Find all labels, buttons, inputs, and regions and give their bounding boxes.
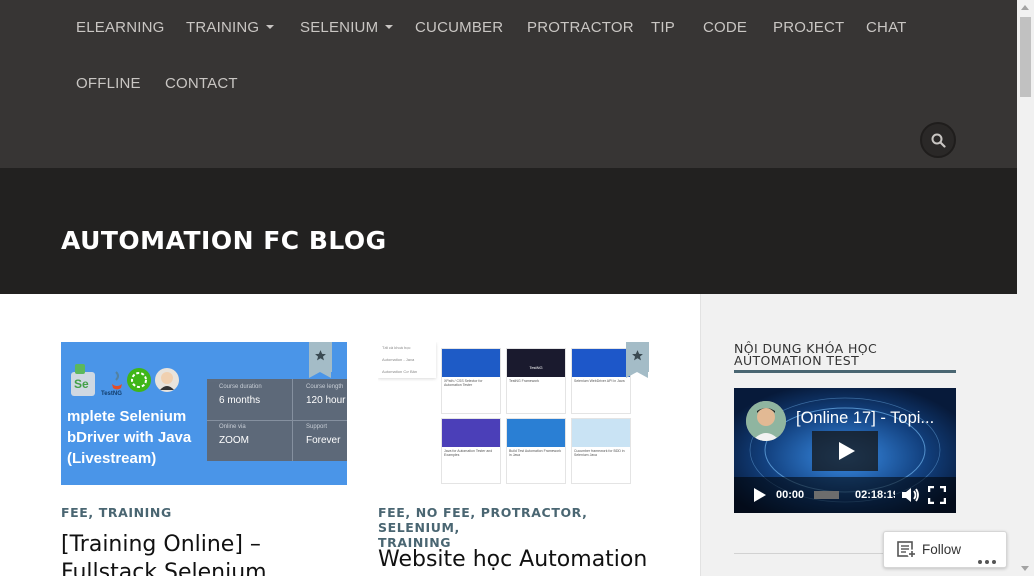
video-controls: 00:00 02:18:19 bbox=[734, 477, 956, 513]
selenium-logo-icon: Se bbox=[71, 372, 95, 396]
scrollbar[interactable] bbox=[1017, 0, 1034, 576]
course-card: Build Test Automation Framework in Java bbox=[506, 418, 566, 484]
nav-item-tip[interactable]: TIP bbox=[651, 19, 675, 36]
course-online-via: Online via ZOOM bbox=[219, 424, 249, 446]
category-link[interactable]: TRAINING bbox=[99, 505, 172, 520]
nav-item-label: ELEARNING bbox=[76, 19, 165, 36]
nav-item-contact[interactable]: CONTACT bbox=[165, 75, 238, 92]
caret-down-icon bbox=[385, 25, 394, 30]
nav-item-label: SELENIUM bbox=[300, 19, 379, 36]
course-card: Java for Automation Tester and Examples bbox=[441, 418, 501, 484]
nav-item-training[interactable]: TRAINING bbox=[186, 19, 275, 36]
follow-label: Follow bbox=[922, 542, 962, 557]
featured-badge bbox=[626, 342, 649, 378]
nav-item-label: CONTACT bbox=[165, 75, 238, 92]
nav-item-label: CUCUMBER bbox=[415, 19, 504, 36]
category-link[interactable]: FEE bbox=[61, 505, 88, 520]
nav-item-offline[interactable]: OFFLINE bbox=[76, 75, 141, 92]
search-button[interactable] bbox=[920, 122, 956, 158]
nav-item-elearning[interactable]: ELEARNING bbox=[76, 19, 165, 36]
caret-down-icon bbox=[266, 25, 275, 30]
nav-item-label: PROTRACTOR bbox=[527, 19, 634, 36]
nav-item-project[interactable]: PROJECT bbox=[773, 19, 844, 36]
nav-item-label: OFFLINE bbox=[76, 75, 141, 92]
cucumber-logo-icon bbox=[127, 368, 151, 392]
scroll-up-arrow-icon[interactable] bbox=[1021, 5, 1029, 10]
video-duration: 02:18:19 bbox=[855, 489, 895, 501]
nav-item-cucumber[interactable]: CUCUMBER bbox=[415, 19, 503, 36]
more-options-icon[interactable] bbox=[978, 549, 999, 568]
fullscreen-icon[interactable] bbox=[928, 486, 946, 504]
star-icon bbox=[315, 350, 326, 361]
category-link[interactable]: PROTRACTOR bbox=[481, 505, 582, 520]
post-thumbnail[interactable]: Tất cả khoá học Automation - Java Automa… bbox=[378, 342, 648, 485]
nav-item-label: TIP bbox=[651, 19, 675, 36]
scroll-down-arrow-icon[interactable] bbox=[1021, 566, 1029, 571]
nav-item-protractor[interactable]: PROTRACTOR bbox=[527, 19, 634, 36]
testng-badge-label: TestNG bbox=[101, 391, 122, 397]
channel-avatar[interactable] bbox=[746, 401, 786, 441]
nav-item-label: TRAINING bbox=[186, 19, 260, 36]
video-player[interactable]: [Online 17] - Topi... 00:00 02:18:19 bbox=[734, 388, 956, 513]
post-categories: FEE, NO FEE, PROTRACTOR, SELENIUM, TRAINI… bbox=[378, 505, 588, 550]
course-card: XPath / CSS Selector for Automation Test… bbox=[441, 348, 501, 414]
nav-item-code[interactable]: CODE bbox=[703, 19, 747, 36]
selenium-badge-label: Se bbox=[74, 377, 89, 391]
featured-badge bbox=[309, 342, 332, 378]
nav-item-label: CODE bbox=[703, 19, 748, 36]
course-card: TestNG TestNG Framework bbox=[506, 348, 566, 414]
progress-bar[interactable] bbox=[814, 491, 839, 499]
java-logo-icon bbox=[107, 368, 127, 392]
follow-button[interactable]: Follow bbox=[883, 531, 1007, 568]
post-title[interactable]: Website học Automation bbox=[378, 546, 647, 574]
scrollbar-thumb[interactable] bbox=[1020, 17, 1031, 97]
volume-icon[interactable] bbox=[901, 487, 921, 503]
nav-item-selenium[interactable]: SELENIUM bbox=[300, 19, 394, 36]
play-button[interactable] bbox=[812, 431, 878, 471]
nav-item-chat[interactable]: CHAT bbox=[866, 19, 907, 36]
reader-follow-icon bbox=[897, 541, 917, 559]
post-title[interactable]: [Training Online] – Fullstack Selenium bbox=[61, 531, 267, 576]
widget-title: NỘI DUNG KHÓA HỌC AUTOMATION TEST bbox=[734, 342, 956, 373]
post-thumbnail[interactable]: Se TestNG Course duration 6 months Course… bbox=[61, 342, 347, 485]
category-link[interactable]: NO FEE bbox=[416, 505, 471, 520]
course-support: Support Forever bbox=[306, 424, 341, 446]
nav-item-label: PROJECT bbox=[773, 19, 845, 36]
course-duration: Course duration 6 months bbox=[219, 384, 262, 406]
course-length: Course length 120 hour bbox=[306, 384, 346, 406]
thumbnail-caption: mplete Selenium bDriver with Java (Lives… bbox=[67, 408, 192, 467]
category-link[interactable]: SELENIUM bbox=[378, 520, 455, 535]
jenkins-logo-icon bbox=[155, 368, 179, 392]
video-title[interactable]: [Online 17] - Topi... bbox=[796, 409, 934, 428]
post-categories: FEE, TRAINING bbox=[61, 505, 172, 520]
search-icon bbox=[931, 133, 946, 148]
page-title: AUTOMATION FC BLOG bbox=[61, 226, 387, 255]
check-icon bbox=[75, 364, 85, 374]
star-icon bbox=[632, 350, 643, 361]
course-card: Selenium WebDriver API in Java bbox=[571, 348, 631, 414]
current-time: 00:00 bbox=[776, 489, 805, 501]
nav-item-label: CHAT bbox=[866, 19, 907, 36]
category-link[interactable]: FEE bbox=[378, 505, 405, 520]
play-icon[interactable] bbox=[753, 487, 767, 503]
course-card: Cucumber framework for BDD in Selenium J… bbox=[571, 418, 631, 484]
course-menu: Tất cả khoá học Automation - Java Automa… bbox=[378, 342, 436, 378]
